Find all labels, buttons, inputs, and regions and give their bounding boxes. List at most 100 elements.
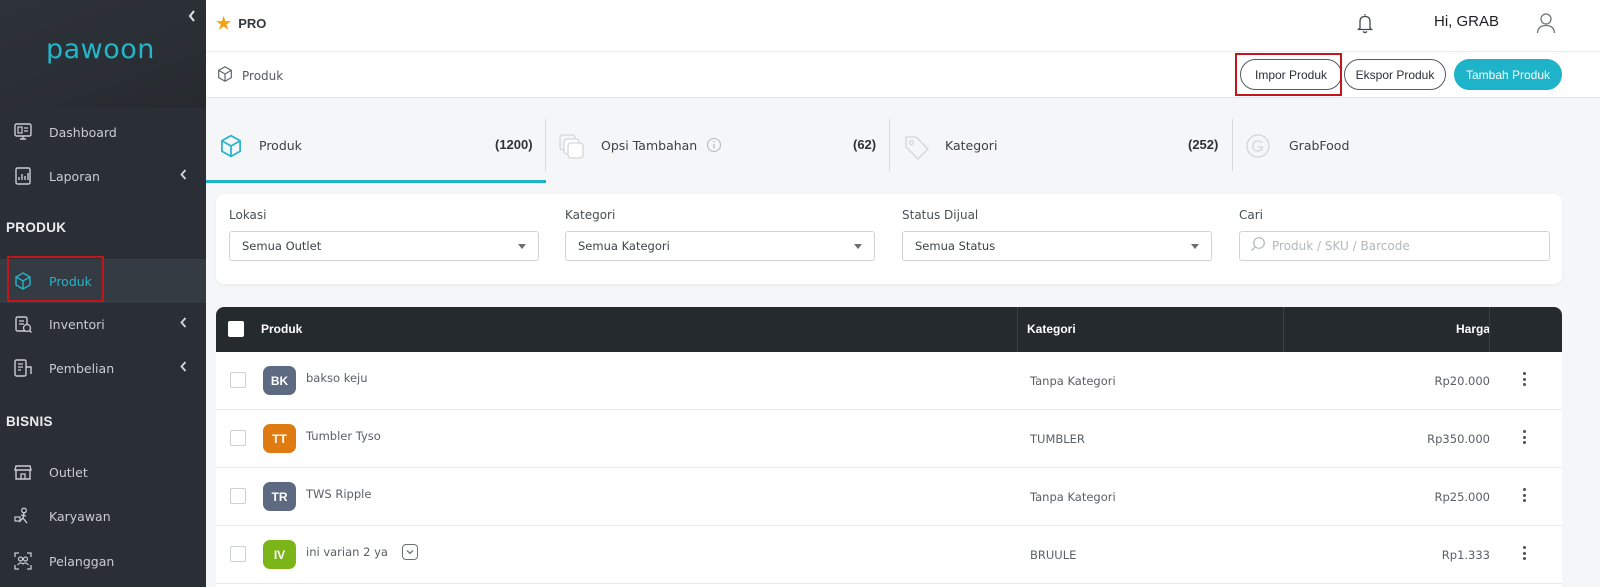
more-options-icon[interactable] xyxy=(1518,369,1530,389)
caret-down-icon xyxy=(854,244,862,249)
tab-label: GrabFood xyxy=(1289,138,1350,153)
sidebar-item-label: Laporan xyxy=(49,168,100,184)
pawoon-logo[interactable]: pawoon xyxy=(46,34,155,65)
customers-icon xyxy=(12,550,34,572)
plan-label: PRO xyxy=(238,16,267,31)
column-header-product[interactable]: Produk xyxy=(261,322,302,336)
sidebar-item-pelanggan[interactable]: Pelanggan xyxy=(0,539,206,583)
filter-label: Lokasi xyxy=(229,208,267,222)
sidebar-item-label: Pelanggan xyxy=(49,553,115,569)
column-header-price[interactable]: Harga xyxy=(1456,322,1490,336)
search-input[interactable] xyxy=(1272,239,1539,253)
product-tabs: Produk (1200) Opsi Tambahan (62) Kategor… xyxy=(206,113,1600,183)
star-icon: ★ xyxy=(216,14,232,33)
chevron-left-icon xyxy=(188,10,195,22)
search-box[interactable] xyxy=(1239,231,1550,261)
layers-icon xyxy=(558,133,586,165)
filter-panel: Lokasi Semua Outlet Kategori Semua Kateg… xyxy=(216,194,1562,284)
sidebar: pawoon Dashboard Laporan PRODUK Produk I… xyxy=(0,0,206,587)
product-category: Tanpa Kategori xyxy=(1030,374,1116,388)
breadcrumb: Produk xyxy=(216,65,283,86)
sidebar-item-laporan[interactable]: Laporan xyxy=(0,154,206,198)
filter-label: Status Dijual xyxy=(902,208,979,222)
user-greeting: Hi, GRAB xyxy=(1434,13,1500,30)
tab-label: Produk xyxy=(259,138,302,153)
product-avatar: TR xyxy=(263,482,296,511)
sidebar-item-label: Outlet xyxy=(49,464,88,480)
more-options-icon[interactable] xyxy=(1518,543,1530,563)
row-checkbox[interactable] xyxy=(230,372,246,388)
tab-count: (62) xyxy=(853,137,877,152)
product-category: Tanpa Kategori xyxy=(1030,490,1116,504)
select-value: Semua Kategori xyxy=(578,239,670,253)
notification-bell-icon[interactable] xyxy=(1356,12,1374,38)
search-filter: Cari xyxy=(1239,208,1550,261)
breadcrumb-label: Produk xyxy=(242,68,284,83)
section-heading-produk: PRODUK xyxy=(6,220,67,235)
monitor-icon xyxy=(12,121,34,143)
product-name[interactable]: TWS Ripple xyxy=(306,487,371,501)
chevron-left-icon xyxy=(180,316,187,332)
sidebar-item-label: Karyawan xyxy=(49,508,111,524)
tab-count: (252) xyxy=(1188,137,1219,152)
inventory-icon xyxy=(12,313,34,335)
table-row[interactable]: BK bakso keju Tanpa Kategori Rp20.000 xyxy=(216,352,1562,410)
export-product-button[interactable]: Ekspor Produk xyxy=(1344,59,1446,90)
product-name[interactable]: ini varian 2 ya xyxy=(306,545,388,559)
location-select[interactable]: Semua Outlet xyxy=(229,231,539,261)
product-price: Rp20.000 xyxy=(1434,374,1490,388)
report-chart-icon xyxy=(12,165,34,187)
user-profile-icon[interactable] xyxy=(1536,12,1556,38)
tab-produk[interactable]: Produk (1200) xyxy=(206,113,546,183)
top-bar: ★ PRO Hi, GRAB xyxy=(206,0,1600,52)
table-row[interactable]: IV ini varian 2 ya BRUULE Rp1.333 xyxy=(216,526,1562,584)
table-row[interactable]: TT Tumbler Tyso TUMBLER Rp350.000 xyxy=(216,410,1562,468)
more-options-icon[interactable] xyxy=(1518,427,1530,447)
row-checkbox[interactable] xyxy=(230,546,246,562)
sidebar-item-outlet[interactable]: Outlet xyxy=(0,450,206,494)
table-row[interactable]: TR TWS Ripple Tanpa Kategori Rp25.000 xyxy=(216,468,1562,526)
status-filter: Status Dijual Semua Status xyxy=(902,208,1212,261)
add-product-button[interactable]: Tambah Produk xyxy=(1454,59,1562,90)
tab-label: Opsi Tambahan xyxy=(601,138,698,153)
select-value: Semua Outlet xyxy=(242,239,322,253)
sidebar-item-pembelian[interactable]: Pembelian xyxy=(0,346,206,390)
product-category: TUMBLER xyxy=(1030,432,1085,446)
info-icon[interactable] xyxy=(706,137,722,157)
tab-opsi-tambahan[interactable]: Opsi Tambahan (62) xyxy=(546,113,889,183)
more-options-icon[interactable] xyxy=(1518,485,1530,505)
product-table: Produk Kategori Harga BK bakso keju Tanp… xyxy=(216,307,1562,587)
collapse-sidebar-button[interactable] xyxy=(188,10,196,26)
sidebar-item-dashboard[interactable]: Dashboard xyxy=(0,110,206,154)
column-header-category[interactable]: Kategori xyxy=(1027,322,1076,336)
select-all-checkbox[interactable] xyxy=(228,321,244,337)
tab-count: (1200) xyxy=(495,137,533,152)
sidebar-item-inventori[interactable]: Inventori xyxy=(0,302,206,346)
select-value: Semua Status xyxy=(915,239,996,253)
category-filter: Kategori Semua Kategori xyxy=(565,208,875,261)
product-avatar: BK xyxy=(263,366,296,395)
sidebar-item-label: Dashboard xyxy=(49,124,117,140)
expand-variants-button[interactable] xyxy=(402,544,418,560)
grab-g-icon xyxy=(1245,133,1271,163)
tab-kategori[interactable]: Kategori (252) xyxy=(890,113,1232,183)
sidebar-item-label: Inventori xyxy=(49,316,105,332)
highlight-box xyxy=(1235,53,1342,96)
category-select[interactable]: Semua Kategori xyxy=(565,231,875,261)
row-checkbox[interactable] xyxy=(230,488,246,504)
product-price: Rp350.000 xyxy=(1427,432,1490,446)
search-icon xyxy=(1250,236,1266,256)
row-checkbox[interactable] xyxy=(230,430,246,446)
box-icon xyxy=(216,65,234,86)
caret-down-icon xyxy=(1191,244,1199,249)
product-name[interactable]: Tumbler Tyso xyxy=(306,429,381,443)
store-icon xyxy=(12,461,34,483)
tab-grabfood[interactable]: GrabFood xyxy=(1233,113,1573,183)
product-name[interactable]: bakso keju xyxy=(306,371,368,385)
location-filter: Lokasi Semua Outlet xyxy=(229,208,539,261)
filter-label: Kategori xyxy=(565,208,616,222)
status-select[interactable]: Semua Status xyxy=(902,231,1212,261)
sidebar-item-karyawan[interactable]: Karyawan xyxy=(0,494,206,538)
highlight-box xyxy=(7,256,104,302)
product-category: BRUULE xyxy=(1030,548,1077,562)
